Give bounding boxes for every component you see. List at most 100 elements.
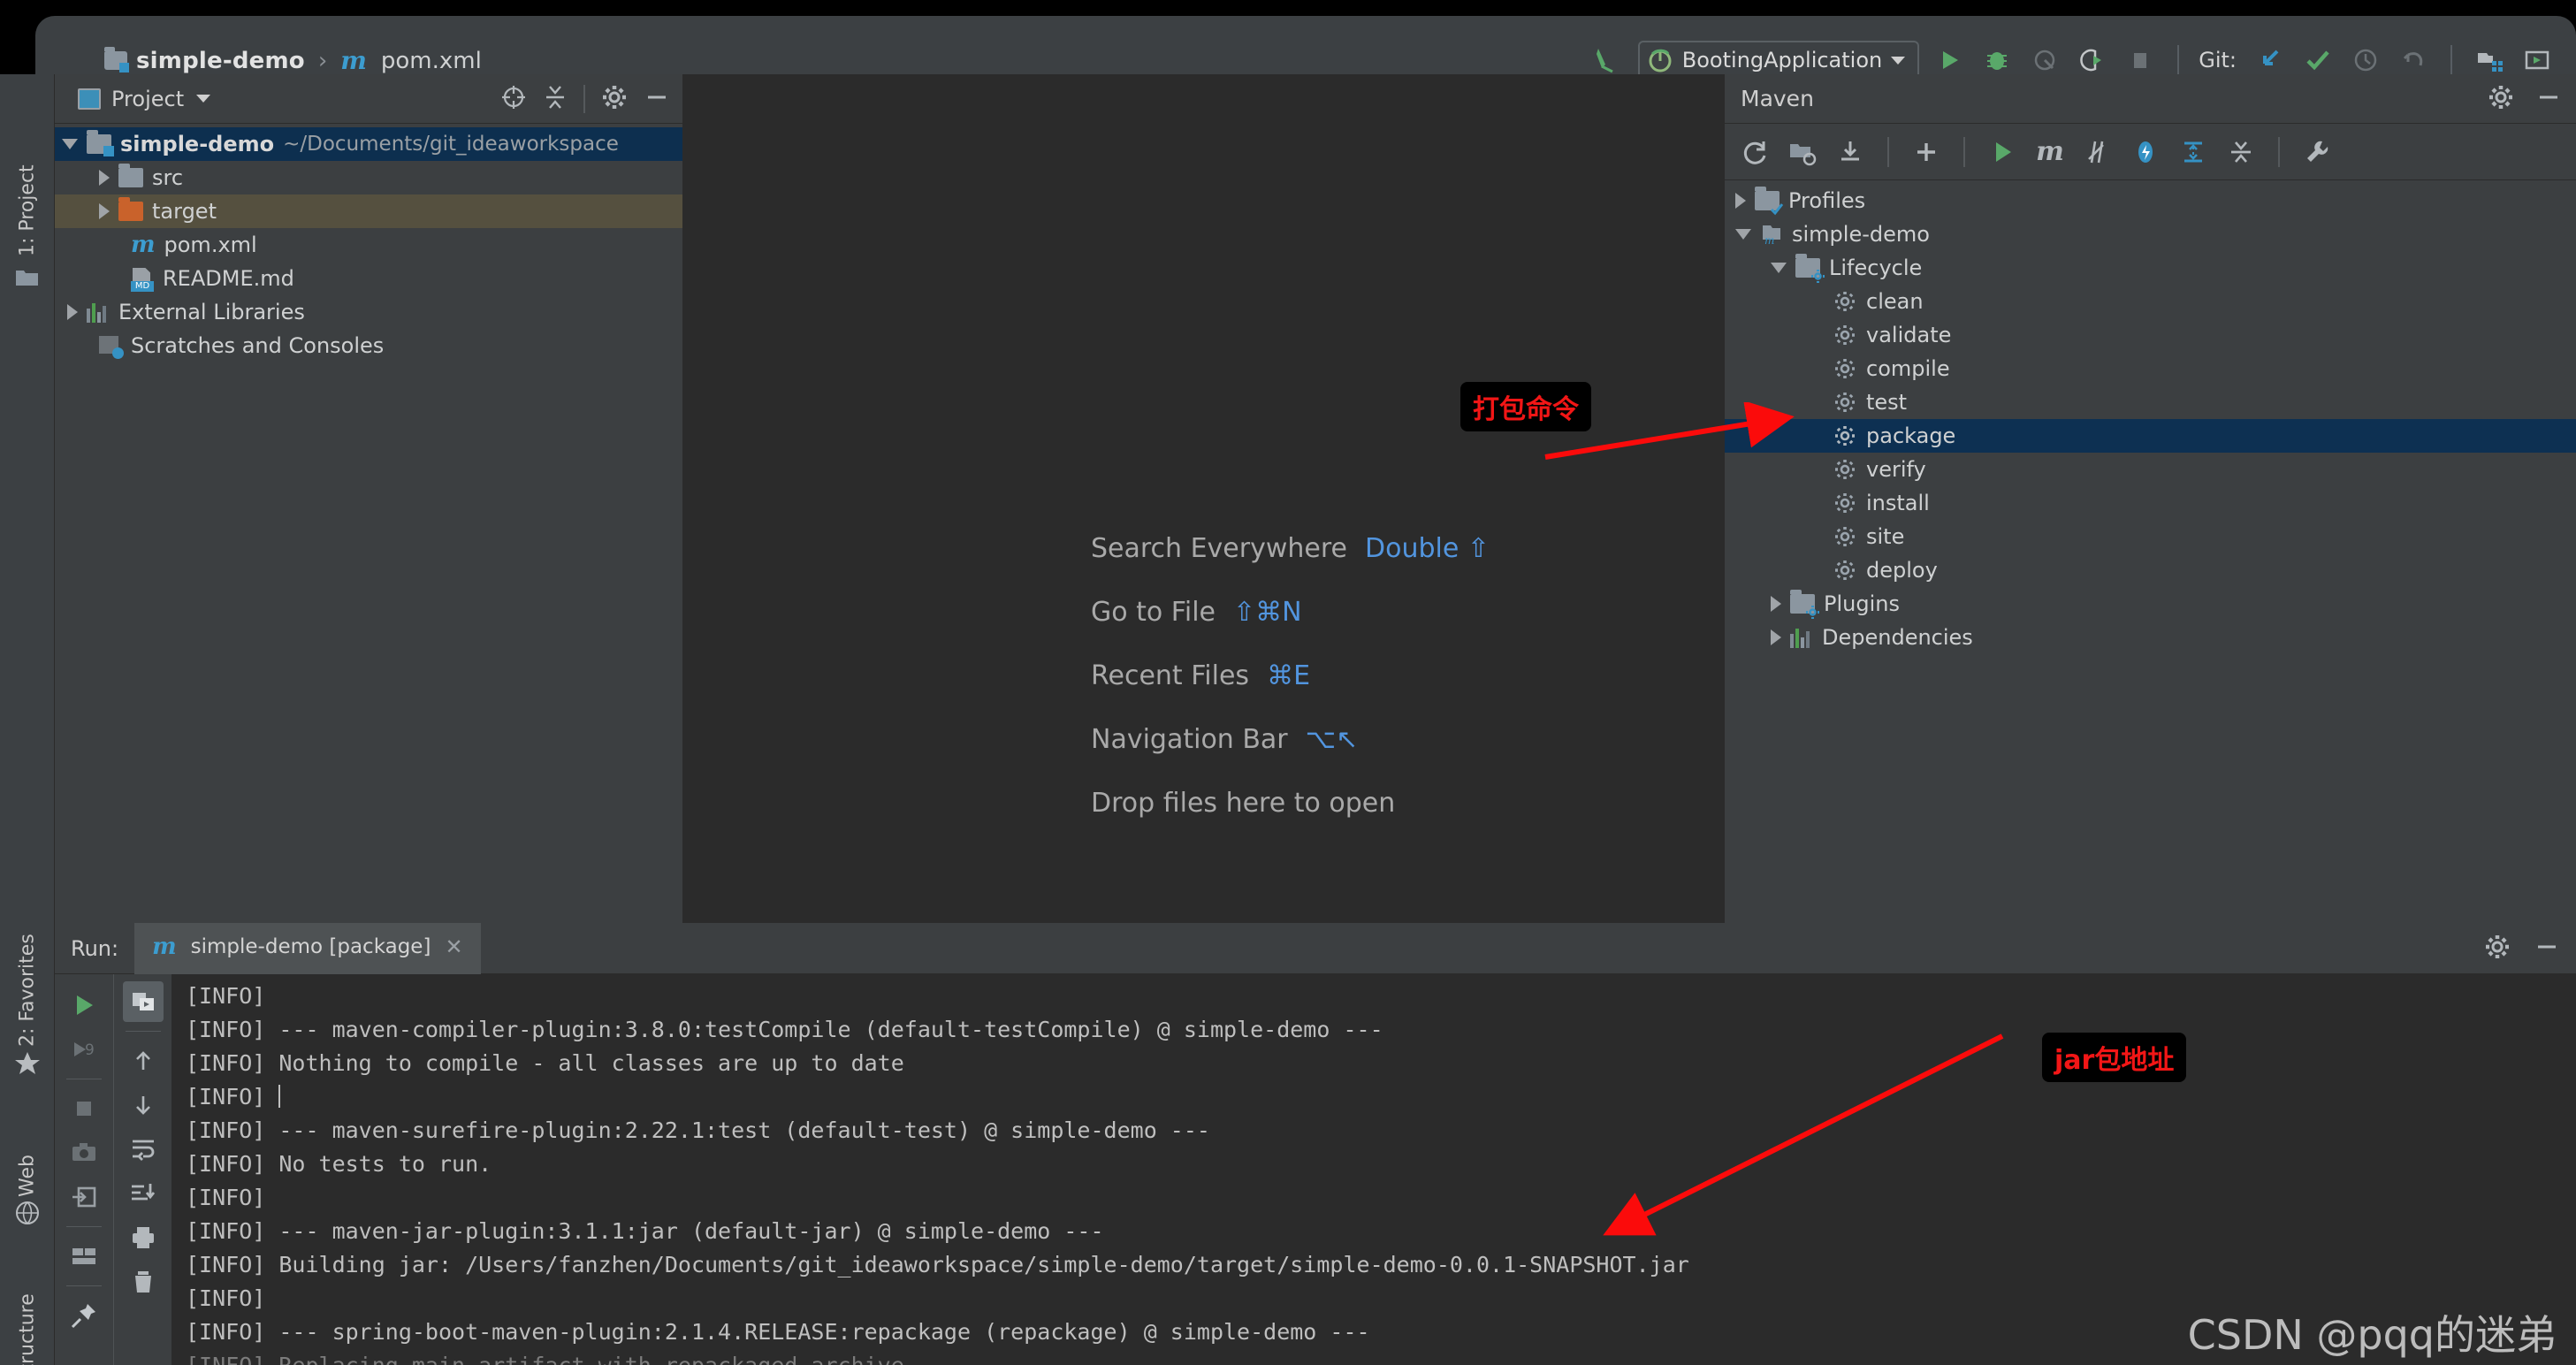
tree-row-target[interactable]: target — [55, 194, 682, 228]
chevron-down-icon[interactable] — [1891, 56, 1906, 65]
console-line: [INFO] --- maven-compiler-plugin:3.8.0:t… — [186, 1017, 1383, 1042]
tree-row-scratches[interactable]: Scratches and Consoles — [55, 329, 682, 362]
maven-row-dependencies[interactable]: Dependencies — [1725, 621, 2576, 654]
git-rollback-icon[interactable] — [2396, 42, 2431, 78]
expand-all-icon[interactable] — [2174, 133, 2213, 172]
sidebar-item-project[interactable]: 1: Project — [0, 80, 55, 256]
console-line: [INFO] --- maven-jar-plugin:3.1.1:jar (d… — [186, 1218, 1104, 1244]
git-commit-icon[interactable] — [2300, 42, 2336, 78]
sidebar-item-web[interactable]: Web — [0, 1091, 55, 1197]
maven-goal-test[interactable]: test — [1725, 385, 2576, 419]
maven-row-plugins[interactable]: Plugins — [1725, 587, 2576, 621]
scroll-up-icon[interactable] — [123, 1041, 164, 1081]
chevron-right-icon[interactable] — [67, 304, 78, 320]
breadcrumb: simple-demo › m pom.xml — [104, 46, 482, 75]
git-history-icon[interactable] — [2348, 42, 2383, 78]
maven-row-lifecycle[interactable]: Lifecycle — [1725, 251, 2576, 285]
toggle-offline-icon[interactable] — [2126, 133, 2165, 172]
breadcrumb-file[interactable]: pom.xml — [381, 48, 482, 74]
hide-minimize-icon[interactable] — [644, 84, 670, 114]
maven-goal-site[interactable]: site — [1725, 520, 2576, 553]
chevron-down-icon[interactable] — [1735, 229, 1751, 240]
toggle-tasks-icon[interactable] — [122, 981, 164, 1022]
hide-minimize-icon[interactable] — [2535, 84, 2562, 114]
scroll-to-end-icon[interactable] — [123, 1173, 164, 1214]
rerun-icon[interactable] — [64, 985, 104, 1026]
welcome-action-label: Recent Files — [1091, 660, 1250, 691]
scroll-down-icon[interactable] — [123, 1085, 164, 1125]
maven-goal-validate[interactable]: validate — [1725, 318, 2576, 352]
print-icon[interactable] — [123, 1217, 164, 1258]
console-icon[interactable] — [2519, 42, 2555, 78]
tree-row-simple-demo[interactable]: simple-demo ~/Documents/git_ideaworkspac… — [55, 127, 682, 161]
run-tab[interactable]: m simple-demo [package] ✕ — [134, 922, 481, 974]
maven-row-simple-demo[interactable]: m simple-demo — [1725, 217, 2576, 251]
chevron-right-icon[interactable] — [99, 203, 110, 219]
settings-gear-icon[interactable] — [2484, 934, 2511, 964]
git-update-icon[interactable] — [2252, 42, 2288, 78]
pin-icon[interactable] — [64, 1295, 104, 1336]
settings-gear-icon[interactable] — [2488, 84, 2514, 114]
libraries-icon — [87, 301, 110, 323]
maven-goal-compile[interactable]: compile — [1725, 352, 2576, 385]
execute-maven-goal-icon[interactable]: m — [2031, 133, 2069, 172]
chevron-down-icon[interactable] — [1771, 263, 1787, 273]
soft-wrap-icon[interactable] — [123, 1129, 164, 1170]
rerun-failed-icon[interactable]: 9 — [64, 1029, 104, 1070]
run-maven-build-icon[interactable] — [1983, 133, 2022, 172]
stop-icon[interactable] — [64, 1088, 104, 1129]
maven-settings-icon[interactable] — [2298, 133, 2336, 172]
toggle-skip-tests-icon[interactable] — [2078, 133, 2117, 172]
generate-sources-icon[interactable] — [1783, 133, 1822, 172]
debug-icon[interactable] — [1979, 42, 2015, 78]
collapse-all-icon[interactable] — [2222, 133, 2260, 172]
chevron-down-icon[interactable] — [196, 95, 211, 103]
tree-row-readme[interactable]: MD README.md — [55, 262, 682, 295]
project-structure-icon[interactable] — [2472, 42, 2507, 78]
layout-icon[interactable] — [64, 1236, 104, 1277]
run-tab-label: simple-demo [package] — [190, 935, 431, 958]
maven-goal-package[interactable]: package — [1725, 419, 2576, 453]
stop-icon[interactable] — [2123, 42, 2158, 78]
chevron-right-icon[interactable] — [1771, 596, 1781, 612]
tree-row-src[interactable]: src — [55, 161, 682, 194]
hide-minimize-icon[interactable] — [2534, 934, 2560, 964]
maven-row-profiles[interactable]: Profiles — [1725, 184, 2576, 217]
settings-gear-icon[interactable] — [601, 84, 628, 114]
reimport-icon[interactable] — [1735, 133, 1774, 172]
collapse-all-icon[interactable] — [543, 84, 568, 114]
close-x-icon[interactable]: ✕ — [445, 934, 462, 959]
title-bar-inner: simple-demo › m pom.xml BootingApplicati… — [35, 16, 2576, 80]
run-profile-icon[interactable] — [2075, 42, 2110, 78]
module-folder-icon — [87, 130, 114, 156]
maven-goal-verify[interactable]: verify — [1725, 453, 2576, 486]
locate-target-icon[interactable] — [500, 84, 527, 114]
maven-item-label: package — [1866, 423, 1956, 448]
maven-m-icon: m — [131, 232, 156, 258]
maven-goal-deploy[interactable]: deploy — [1725, 553, 2576, 587]
lifecycle-folder-icon — [1795, 254, 1825, 283]
sidebar-item-structure[interactable]: 7: Structure — [0, 1241, 55, 1365]
run-coverage-icon[interactable] — [2027, 42, 2062, 78]
add-maven-project-icon[interactable] — [1907, 133, 1946, 172]
chevron-right-icon[interactable] — [1771, 629, 1781, 645]
tree-row-pom[interactable]: m pom.xml — [55, 228, 682, 262]
download-sources-icon[interactable] — [1831, 133, 1870, 172]
title-bar: simple-demo › m pom.xml BootingApplicati… — [0, 0, 2576, 80]
run-icon[interactable] — [1932, 42, 1967, 78]
export-icon[interactable] — [64, 1177, 104, 1217]
chevron-down-icon[interactable] — [62, 139, 78, 149]
tree-row-external-libraries[interactable]: External Libraries — [55, 295, 682, 329]
welcome-row-search-everywhere: Search Everywhere Double ⇧ — [1091, 516, 1490, 580]
chevron-right-icon[interactable] — [99, 170, 110, 186]
breadcrumb-project[interactable]: simple-demo — [136, 48, 305, 74]
chevron-right-icon[interactable] — [1735, 193, 1746, 209]
clear-all-icon[interactable] — [123, 1262, 164, 1302]
maven-item-label: deploy — [1866, 558, 1938, 583]
build-hammer-icon[interactable] — [1590, 42, 1626, 78]
maven-goal-install[interactable]: install — [1725, 486, 2576, 520]
maven-goal-clean[interactable]: clean — [1725, 285, 2576, 318]
sidebar-item-favorites[interactable]: 2: Favorites — [0, 843, 55, 1047]
screenshot-icon[interactable] — [64, 1132, 104, 1173]
console-line: [INFO] --- maven-surefire-plugin:2.22.1:… — [186, 1117, 1210, 1143]
